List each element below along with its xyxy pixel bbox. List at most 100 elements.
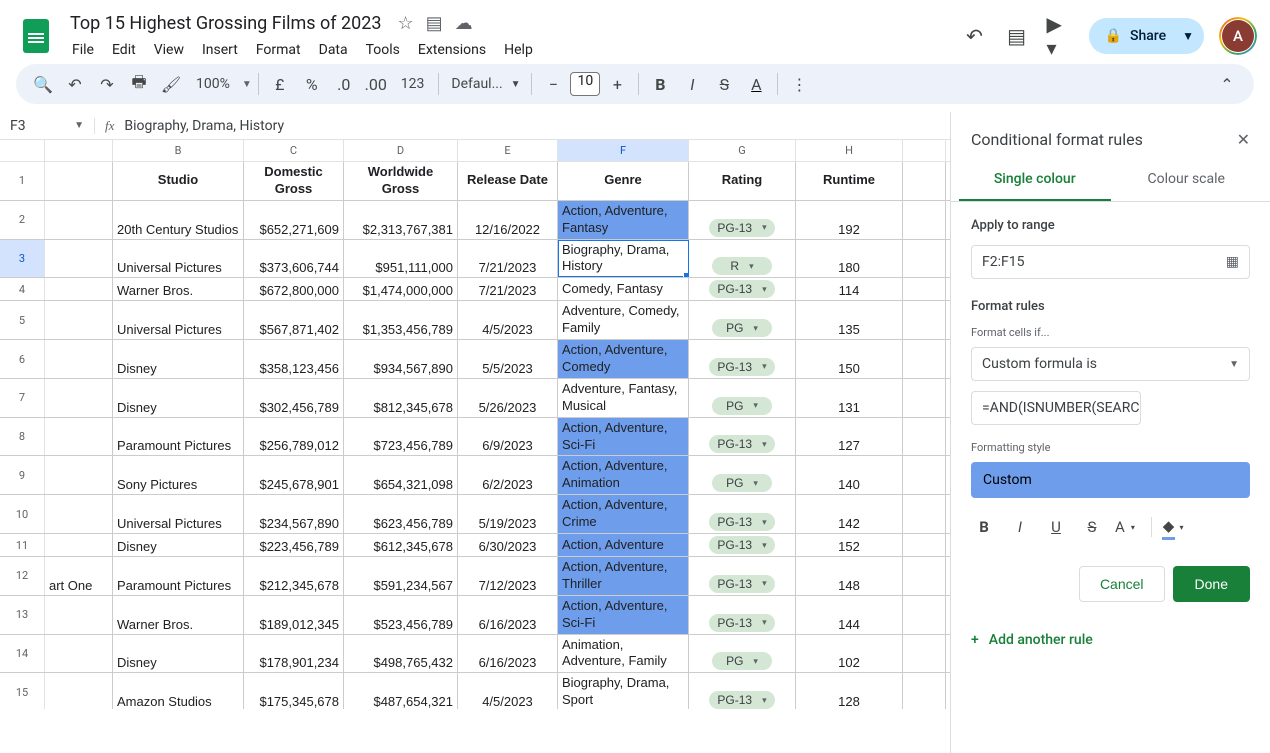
rating-chip[interactable]: PG bbox=[712, 397, 772, 415]
cell-domestic[interactable]: $234,567,890 bbox=[244, 495, 344, 533]
cell-studio[interactable]: Disney bbox=[113, 379, 244, 417]
textcolor-icon[interactable]: A▾ bbox=[1115, 514, 1141, 540]
column-title[interactable]: Runtime bbox=[796, 162, 903, 200]
row-header[interactable]: 4 bbox=[0, 278, 45, 300]
rating-chip[interactable]: PG-13 bbox=[709, 280, 774, 298]
cell[interactable] bbox=[903, 278, 946, 300]
cell[interactable] bbox=[903, 456, 946, 494]
underline-icon[interactable]: U bbox=[1043, 514, 1069, 540]
column-title[interactable]: Domestic Gross bbox=[244, 162, 344, 200]
row-header[interactable]: 1 bbox=[0, 162, 45, 200]
menu-view[interactable]: View bbox=[146, 38, 192, 62]
menu-format[interactable]: Format bbox=[248, 38, 309, 62]
cell-date[interactable]: 6/2/2023 bbox=[458, 456, 558, 494]
cell[interactable] bbox=[903, 673, 946, 709]
cell-rating[interactable]: PG bbox=[689, 379, 796, 417]
cell[interactable] bbox=[903, 301, 946, 339]
cell-genre[interactable]: Action, Adventure, Comedy bbox=[558, 340, 689, 378]
cell-runtime[interactable]: 152 bbox=[796, 534, 903, 556]
column-title[interactable]: Studio bbox=[113, 162, 244, 200]
sheets-logo[interactable] bbox=[16, 16, 56, 56]
col-header[interactable]: H bbox=[796, 140, 903, 161]
spreadsheet-grid[interactable]: B C D E F G H 1StudioDomestic GrossWorld… bbox=[0, 140, 950, 709]
cell-studio[interactable]: Disney bbox=[113, 635, 244, 673]
cell-date[interactable]: 6/30/2023 bbox=[458, 534, 558, 556]
cell-worldwide[interactable]: $1,353,456,789 bbox=[344, 301, 458, 339]
cell[interactable] bbox=[45, 635, 113, 673]
column-title[interactable]: Release Date bbox=[458, 162, 558, 200]
col-header[interactable] bbox=[45, 140, 113, 161]
cell-domestic[interactable]: $302,456,789 bbox=[244, 379, 344, 417]
rating-chip[interactable]: PG bbox=[712, 474, 772, 492]
cell-worldwide[interactable]: $612,345,678 bbox=[344, 534, 458, 556]
rating-chip[interactable]: PG-13 bbox=[709, 513, 774, 531]
menu-data[interactable]: Data bbox=[311, 38, 356, 62]
rating-chip[interactable]: PG-13 bbox=[709, 691, 774, 709]
currency-button[interactable]: £ bbox=[265, 69, 295, 99]
cell-studio[interactable]: Disney bbox=[113, 534, 244, 556]
cell-domestic[interactable]: $567,871,402 bbox=[244, 301, 344, 339]
cell-genre[interactable]: Adventure, Comedy, Family bbox=[558, 301, 689, 339]
cell[interactable] bbox=[45, 495, 113, 533]
cell-rating[interactable]: PG bbox=[689, 635, 796, 673]
cell-domestic[interactable]: $358,123,456 bbox=[244, 340, 344, 378]
close-icon[interactable]: ✕ bbox=[1237, 130, 1250, 149]
cell-studio[interactable]: Warner Bros. bbox=[113, 278, 244, 300]
range-input[interactable]: F2:F15 ▦ bbox=[971, 245, 1250, 279]
cell[interactable] bbox=[903, 340, 946, 378]
rating-chip[interactable]: PG-13 bbox=[709, 219, 774, 237]
more-toolbar-icon[interactable]: ⋮ bbox=[784, 69, 814, 99]
select-all-corner[interactable] bbox=[0, 140, 45, 161]
cell-domestic[interactable]: $373,606,744 bbox=[244, 240, 344, 278]
cell-date[interactable]: 7/12/2023 bbox=[458, 557, 558, 595]
cell-rating[interactable]: PG-13 bbox=[689, 418, 796, 456]
decrease-decimals-icon[interactable]: .0 bbox=[329, 69, 359, 99]
cell-runtime[interactable]: 128 bbox=[796, 673, 903, 709]
cell[interactable] bbox=[903, 596, 946, 634]
formula-field[interactable]: =AND(ISNUMBER(SEARC bbox=[971, 391, 1141, 425]
done-button[interactable]: Done bbox=[1173, 566, 1250, 602]
cell-worldwide[interactable]: $591,234,567 bbox=[344, 557, 458, 595]
italic-icon[interactable]: I bbox=[1007, 514, 1033, 540]
cell-genre[interactable]: Biography, Drama, Sport bbox=[558, 673, 689, 709]
rating-chip[interactable]: R bbox=[712, 257, 772, 275]
col-header[interactable]: B bbox=[113, 140, 244, 161]
row-header[interactable]: 12 bbox=[0, 557, 45, 595]
cell-rating[interactable]: PG-13 bbox=[689, 340, 796, 378]
cell-genre[interactable]: Comedy, Fantasy bbox=[558, 278, 689, 300]
cell-runtime[interactable]: 140 bbox=[796, 456, 903, 494]
rating-chip[interactable]: PG-13 bbox=[709, 614, 774, 632]
cell-domestic[interactable]: $223,456,789 bbox=[244, 534, 344, 556]
col-header[interactable] bbox=[903, 140, 946, 161]
cell-worldwide[interactable]: $2,313,767,381 bbox=[344, 201, 458, 239]
style-preview[interactable]: Custom bbox=[971, 462, 1250, 498]
cell-worldwide[interactable]: $723,456,789 bbox=[344, 418, 458, 456]
cell-rating[interactable]: PG-13 bbox=[689, 201, 796, 239]
cell-domestic[interactable]: $256,789,012 bbox=[244, 418, 344, 456]
row-header[interactable]: 7 bbox=[0, 379, 45, 417]
cell-date[interactable]: 12/16/2022 bbox=[458, 201, 558, 239]
cell-studio[interactable]: 20th Century Studios bbox=[113, 201, 244, 239]
cell-domestic[interactable]: $178,901,234 bbox=[244, 635, 344, 673]
cell-genre[interactable]: Adventure, Fantasy, Musical bbox=[558, 379, 689, 417]
row-header[interactable]: 3 bbox=[0, 240, 45, 278]
cell-date[interactable]: 5/26/2023 bbox=[458, 379, 558, 417]
cell[interactable] bbox=[903, 557, 946, 595]
move-icon[interactable]: ▤ bbox=[426, 13, 443, 34]
cell[interactable] bbox=[45, 340, 113, 378]
zoom-select[interactable]: 100% bbox=[188, 76, 238, 92]
collapse-toolbar-icon[interactable]: ⌃ bbox=[1212, 69, 1242, 99]
cell-genre[interactable]: Action, Adventure, Thriller bbox=[558, 557, 689, 595]
menu-file[interactable]: File bbox=[64, 38, 102, 62]
column-title[interactable]: Rating bbox=[689, 162, 796, 200]
row-header[interactable]: 10 bbox=[0, 495, 45, 533]
strike-icon[interactable]: S bbox=[709, 69, 739, 99]
cell[interactable] bbox=[45, 673, 113, 709]
cell-rating[interactable]: PG bbox=[689, 301, 796, 339]
cell-worldwide[interactable]: $523,456,789 bbox=[344, 596, 458, 634]
cell-genre[interactable]: Action, Adventure bbox=[558, 534, 689, 556]
share-dropdown[interactable]: ▼ bbox=[1178, 19, 1204, 53]
bold-icon[interactable]: B bbox=[645, 69, 675, 99]
name-box[interactable]: F3▼ bbox=[0, 118, 94, 134]
cell-studio[interactable]: Amazon Studios bbox=[113, 673, 244, 709]
